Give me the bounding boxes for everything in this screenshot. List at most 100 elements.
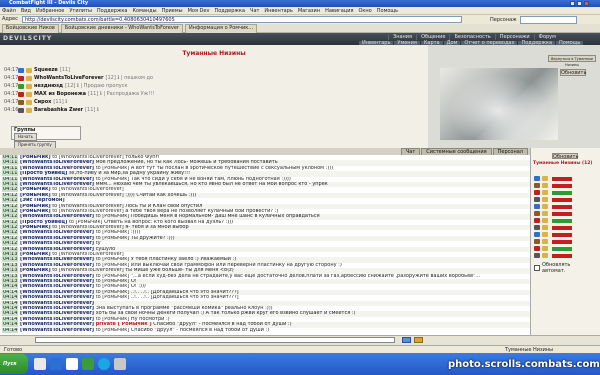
online-user[interactable] [534, 231, 598, 238]
chat-recipient[interactable]: to [Ромычик] [96, 290, 130, 295]
chat-nick[interactable]: [WhoWantsToLiveForever] [20, 241, 94, 246]
auto-refresh-option[interactable]: Обновлять автомат. [534, 262, 598, 274]
menu-item[interactable]: Окно [358, 7, 371, 15]
chat-recipient[interactable]: to [Ромычик] [96, 328, 130, 333]
chat-recipient[interactable]: to [Ромычик] [96, 236, 130, 241]
menu-item[interactable]: Вид [21, 7, 31, 15]
start-group-button[interactable]: Начать [14, 133, 37, 141]
chat-nick[interactable]: [WhoWantsToLiveForever] [20, 214, 94, 219]
taskbar-app-icon[interactable] [82, 358, 94, 370]
player-name[interactable]: WhoWantsToLiveForever [34, 75, 104, 81]
menu-item[interactable]: Поддержка [214, 7, 245, 15]
online-user[interactable] [534, 245, 598, 252]
chat-recipient[interactable]: to [Ромычик] [96, 177, 130, 182]
minimize-button[interactable] [570, 1, 575, 6]
chat-nick[interactable]: [WhoWantsToLiveForever] [20, 236, 94, 241]
chat-nick[interactable]: [Ромычик] [20, 268, 51, 273]
chat-nick[interactable]: [Ромычик] [20, 187, 51, 192]
chat-recipient[interactable]: to [Ромычик] [96, 274, 130, 279]
chat-nick[interactable]: [Ромычик] [20, 193, 51, 198]
menu-item[interactable]: Помощь [377, 7, 398, 15]
player-row[interactable]: 04:17 Squeeze [11] [4, 66, 154, 74]
player-name[interactable]: Squeeze [34, 67, 58, 73]
chat-nick[interactable]: [WhoWantsToLiveForever] [20, 311, 94, 316]
chat-nick[interactable]: [Эис Пергомон] [20, 198, 65, 203]
chat-nick[interactable]: [WhoWantsToLiveForever] [20, 274, 94, 279]
menu-item[interactable]: Моя Dev [188, 7, 210, 15]
taskbar-app-icon[interactable] [50, 358, 62, 370]
player-row[interactable]: 04:17 MAX из Воронежа [11] ℹ | Распродажа … [4, 90, 154, 98]
chat-nick[interactable]: [WhoWantsToLiveForever] [20, 182, 94, 187]
chat-nick[interactable]: [WhoWantsToLiveForever] [20, 257, 94, 262]
chat-recipient[interactable]: to [WhoWantsToLiveForever] [52, 268, 123, 273]
address-input[interactable]: http://devilscity.combats.com/battle=0.4… [22, 16, 462, 23]
menu-item[interactable]: Поддержка [97, 7, 128, 15]
chat-recipient[interactable]: to [Ромычик] [96, 317, 130, 322]
taskbar-app-icon[interactable] [34, 358, 46, 370]
menu-item[interactable]: Приемы [162, 7, 183, 15]
menu-item[interactable]: Навигация [325, 7, 353, 15]
chat-nick[interactable]: [Просто убивец] [20, 171, 67, 176]
maximize-button[interactable] [577, 1, 582, 6]
player-row[interactable]: 04:17 WhoWantsToLiveForever [12] ℹ | пешко… [4, 74, 154, 82]
chat-recipient[interactable]: to [WhoWantsToLiveForever] [52, 209, 123, 214]
chat-nick[interactable]: [WhoWantsToLiveForever] [20, 317, 94, 322]
menu-item[interactable]: Магазин [298, 7, 320, 15]
player-name[interactable]: Сирох [34, 99, 51, 105]
taskbar-app-icon[interactable] [66, 358, 78, 370]
chat-nick[interactable]: [WhoWantsToLiveForever] [20, 177, 94, 182]
chat-recipient[interactable]: to [WhoWantsToLiveForever] [52, 193, 123, 198]
menu-item[interactable]: Команды [132, 7, 156, 15]
chat-input[interactable] [35, 337, 395, 343]
player-row[interactable]: 04:17 Сирох [11] ℹ [4, 98, 154, 106]
smiles-button[interactable] [414, 337, 423, 343]
persona-input[interactable] [519, 15, 577, 24]
chat-recipient[interactable]: to [Ромычик] [96, 230, 130, 235]
chat-recipient[interactable]: to [Ромычик] [96, 166, 130, 171]
skype-icon[interactable] [98, 358, 110, 370]
chat-nick[interactable]: [WhoWantsToLiveForever] [20, 263, 94, 268]
chat-nick[interactable]: [Ромычик] [20, 209, 51, 214]
chat-nick[interactable]: [WhoWantsToLiveForever] [20, 306, 94, 311]
chat-nick[interactable]: [WhoWantsToLiveForever] [20, 166, 94, 171]
chat-nick[interactable]: [Ромычик] [20, 204, 51, 209]
auto-refresh-checkbox[interactable] [534, 265, 540, 271]
menu-item[interactable]: Инвентарь [264, 7, 292, 15]
chat-recipient[interactable]: to [Ромычик] [96, 295, 130, 300]
chat-recipient[interactable]: to [Ромычик] [96, 284, 130, 289]
chat-recipient[interactable]: to [WhoWantsToLiveForever] [52, 204, 123, 209]
chat-recipient[interactable]: to [Ромычик] [96, 257, 130, 262]
chat-recipient[interactable]: to [WhoWantsToLiveForever] [52, 225, 123, 230]
chat-nick[interactable]: [WhoWantsToLiveForever] [20, 290, 94, 295]
taskbar-app-icon[interactable] [114, 358, 126, 370]
player-row[interactable]: 04:16 Barabashka Zwer [11] ℹ [4, 106, 154, 114]
chat-nick[interactable]: [WhoWantsToLiveForever] [20, 322, 94, 327]
player-name[interactable]: MAX из Воронежа [34, 91, 86, 97]
online-user[interactable] [534, 175, 598, 182]
chat-nick[interactable]: [Ромычик] [20, 252, 51, 257]
chat-recipient[interactable]: to [WhoWantsToLiveForever] [52, 252, 123, 257]
online-user[interactable] [534, 182, 598, 189]
chat-recipient[interactable]: to [Ромычик] [96, 279, 130, 284]
browser-tab[interactable]: Бойцовские Ников [2, 23, 59, 33]
start-button[interactable]: Пуск [0, 354, 28, 374]
chat-nick[interactable]: [WhoWantsToLiveForever] [20, 160, 94, 165]
chat-recipient[interactable]: private [ Ромычик ] [96, 322, 152, 327]
player-row[interactable]: 04:17 незднюзд [12] ℹ | Продаю пропуск [4, 82, 154, 90]
chat-nick[interactable]: [WhoWantsToLiveForever] [20, 301, 94, 306]
online-refresh-button[interactable]: Обновить [552, 153, 578, 160]
return-location-button[interactable]: Вернуться в Туманные Низины [548, 55, 596, 67]
chat-recipient[interactable]: to [Ромычик] [96, 214, 130, 219]
player-name[interactable]: Barabashka Zwer [34, 107, 83, 113]
online-user[interactable] [534, 252, 598, 259]
chat-nick[interactable]: [WhoWantsToLiveForever] [20, 284, 94, 289]
chat-nick[interactable]: [Просто убивец] [20, 220, 67, 225]
chat-nick[interactable]: [WhoWantsToLiveForever] [20, 247, 94, 252]
browser-tab[interactable]: Информация о Ромчик... [184, 23, 258, 33]
chat-nick[interactable]: [Ромычик] [20, 155, 51, 160]
online-user[interactable] [534, 196, 598, 203]
close-button[interactable] [584, 1, 589, 6]
chat-recipient[interactable]: to [Ромычик] [69, 220, 103, 225]
chat-nick[interactable]: [WhoWantsToLiveForever] [20, 295, 94, 300]
chat-nick[interactable]: [WhoWantsToLiveForever] [20, 230, 94, 235]
